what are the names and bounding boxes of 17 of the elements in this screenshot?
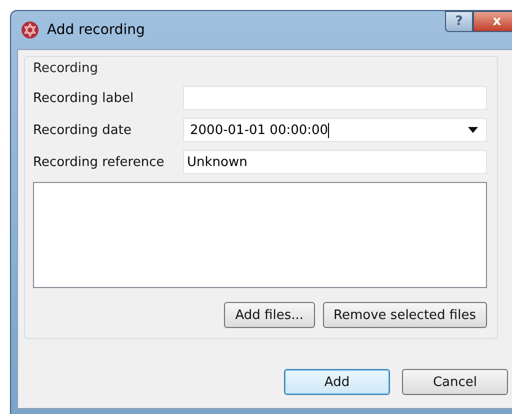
app-logo-icon — [21, 21, 39, 39]
file-list[interactable] — [33, 182, 487, 288]
text-field[interactable] — [183, 86, 487, 110]
field-label: Recording label — [33, 90, 135, 106]
dropdown-arrow-icon — [468, 127, 478, 133]
window-title: Add recording — [47, 22, 145, 38]
help-button[interactable]: ? — [445, 11, 473, 32]
file-button[interactable]: Remove selected files — [322, 302, 487, 328]
field-label: Recording reference — [33, 154, 166, 170]
field-label: Recording date — [33, 122, 132, 138]
dialog-button[interactable]: Cancel — [402, 369, 508, 395]
date-dropdown[interactable]: 2000-01-01 00:00:00 — [183, 118, 487, 142]
field-value: 2000-01-01 00:00:00 — [190, 122, 328, 138]
file-button[interactable]: Add files... — [224, 302, 315, 328]
text-field[interactable]: Unknown — [183, 150, 487, 174]
group-title: Recording — [33, 61, 100, 76]
dialog-button[interactable]: Add — [284, 369, 390, 395]
